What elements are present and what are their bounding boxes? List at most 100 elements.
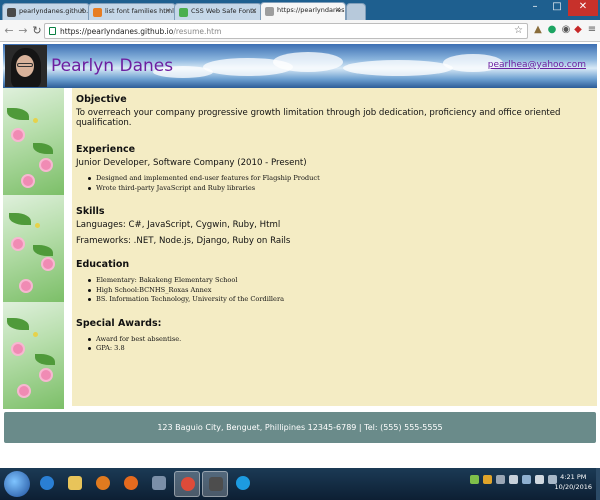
page-footer: 123 Baguio City, Benguet, Phillipines 12… [4,412,596,443]
reload-icon[interactable]: ↻ [30,24,44,38]
address-bar[interactable]: https://pearlyndanes.github.io/resume.ht… [44,23,528,39]
new-tab-button[interactable] [346,3,366,20]
avatar-glasses [17,63,33,67]
browser-toolbar: ← → ↻ https://pearlyndanes.github.io/res… [0,20,600,42]
bookmark-star-icon[interactable]: ☆ [514,25,523,36]
minimize-icon[interactable]: – [524,0,546,16]
w3schools-favicon-icon [179,8,188,17]
skills-heading: Skills [76,206,105,217]
ie-taskbar-icon[interactable] [34,471,60,497]
tray-icon[interactable] [470,475,479,484]
bud-shape [33,118,38,123]
flower-shape [19,279,33,293]
tab-label: CSS Web Safe Fonts [191,7,257,15]
flower-shape [11,342,25,356]
flower-sidebar [3,88,64,409]
clock-time: 4:21 PM [560,473,587,481]
extension-icon[interactable]: ◉ [560,24,572,36]
flower-shape [11,237,25,251]
network-icon[interactable] [522,475,531,484]
skills-frameworks: Frameworks: .NET, Node.js, Django, Ruby … [76,236,291,246]
flower-image [3,302,64,409]
close-window-icon[interactable]: ✕ [568,0,598,16]
list-item: Designed and implemented end-user featur… [88,174,593,182]
page-favicon-icon [265,7,274,16]
list-item: Wrote third-party JavaScript and Ruby li… [88,184,593,192]
list-item: Award for best absentise. [88,335,593,343]
show-desktop-button[interactable] [596,468,600,500]
leaf-shape [33,245,53,256]
tray-icon[interactable] [483,475,492,484]
flower-shape [41,257,55,271]
skype-taskbar-icon[interactable] [230,471,256,497]
media-player-taskbar-icon[interactable] [90,471,116,497]
leaf-shape [7,108,29,120]
stackoverflow-favicon-icon [93,8,102,17]
browser-tab-3[interactable]: CSS Web Safe Fonts ✕ [174,3,262,20]
close-tab-icon[interactable]: ✕ [79,7,85,15]
objective-heading: Objective [76,94,127,105]
email-link[interactable]: pearlhea@yahoo.com [488,60,586,70]
objective-text: To overreach your company progressive gr… [76,108,561,128]
taskbar-clock[interactable]: 4:21 PM 10/20/2016 [555,472,592,492]
close-tab-icon[interactable]: ✕ [165,7,171,15]
education-list: Elementary: Bakakeng Elementary School H… [88,276,593,303]
chrome-taskbar-icon[interactable] [174,471,200,497]
forward-arrow-icon[interactable]: → [16,24,30,38]
taskbar: 4:21 PM 10/20/2016 [0,468,600,500]
explorer-taskbar-icon[interactable] [62,471,88,497]
list-item: GPA: 3.8 [88,344,593,352]
browser-tab-1[interactable]: pearlyndanes.github.io ✕ [2,3,90,20]
flower-image [3,88,64,195]
experience-role: Junior Developer, Software Company (2010… [76,158,307,168]
network-taskbar-icon[interactable] [146,471,172,497]
leaf-shape [35,354,55,365]
github-favicon-icon [7,8,16,17]
browser-tab-strip: pearlyndanes.github.io ✕ list font famil… [0,0,600,20]
close-tab-icon[interactable]: ✕ [251,7,257,15]
list-item: Elementary: Bakakeng Elementary School [88,276,593,284]
sublime-taskbar-icon[interactable] [202,471,228,497]
clock-date: 10/20/2016 [554,483,592,491]
system-tray [470,475,557,484]
flower-shape [39,158,53,172]
flower-shape [11,128,25,142]
leaf-shape [7,318,29,330]
flower-shape [39,368,53,382]
bud-shape [35,223,40,228]
menu-icon[interactable]: ≡ [586,24,598,36]
tray-icon[interactable] [496,475,505,484]
list-item: High School:BCNHS_Roxas Annex [88,286,593,294]
browser-tab-2[interactable]: list font families html - W ✕ [88,3,176,20]
avatar [5,45,47,87]
skills-languages: Languages: C#, JavaScript, Cygwin, Ruby,… [76,220,281,230]
flower-shape [17,384,31,398]
web-page: Pearlyn Danes pearlhea@yahoo.com Objecti… [0,43,600,467]
secure-lock-icon [49,27,56,35]
flower-shape [21,174,35,188]
close-tab-icon[interactable]: ✕ [335,6,341,14]
maximize-icon[interactable]: □ [546,0,568,16]
url-text: https://pearlyndanes.github.io/resume.ht… [60,27,221,36]
page-header-banner: Pearlyn Danes pearlhea@yahoo.com [3,44,597,88]
cloud-decoration [343,60,453,76]
leaf-shape [9,213,31,225]
tray-icon[interactable] [509,475,518,484]
experience-heading: Experience [76,144,136,155]
awards-list: Award for best absentise. GPA: 3.8 [88,335,593,352]
browser-tab-4-active[interactable]: https://pearlyndanes.gi ✕ [260,2,346,20]
firefox-taskbar-icon[interactable] [118,471,144,497]
volume-icon[interactable] [535,475,544,484]
start-button-icon[interactable] [4,471,30,497]
extension-icon[interactable]: ◆ [572,24,584,36]
education-heading: Education [76,259,130,270]
resume-content: Objective To overreach your company prog… [72,88,597,406]
window-controls: – □ ✕ [524,0,598,18]
extension-icon[interactable]: ● [546,24,558,36]
extension-icon[interactable]: ▲ [532,24,544,36]
bud-shape [33,332,38,337]
leaf-shape [33,143,53,154]
cloud-decoration [273,52,343,72]
back-arrow-icon[interactable]: ← [2,24,16,38]
url-path: /resume.htm [173,27,222,36]
